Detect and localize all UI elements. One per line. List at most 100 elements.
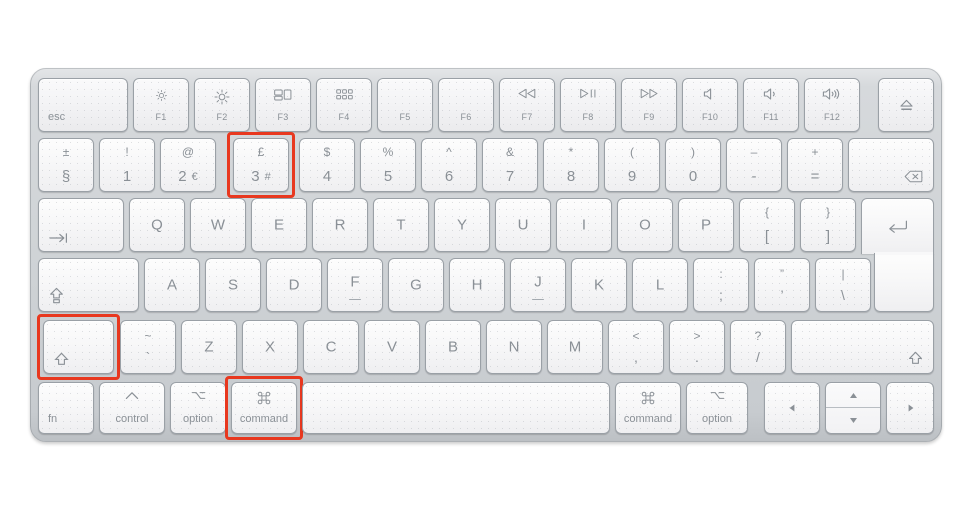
key-equal[interactable]: + =: [787, 138, 843, 192]
key-d[interactable]: D: [266, 258, 322, 312]
key-3[interactable]: £ 3 #: [233, 138, 289, 192]
key-l[interactable]: L: [632, 258, 688, 312]
key-backslash[interactable]: | \: [815, 258, 871, 312]
key-bracket-right[interactable]: } ]: [800, 198, 856, 252]
key-q[interactable]: Q: [129, 198, 185, 252]
shift-icon: [54, 352, 69, 366]
key-arrow-down[interactable]: [826, 407, 880, 433]
key-t-label: T: [396, 216, 406, 234]
key-f10[interactable]: F10: [682, 78, 738, 132]
key-v[interactable]: V: [364, 320, 420, 374]
key-j[interactable]: J: [510, 258, 566, 312]
key-1[interactable]: ! 1: [99, 138, 155, 192]
key-bracket-left[interactable]: { [: [739, 198, 795, 252]
key-semicolon[interactable]: : ;: [693, 258, 749, 312]
key-eject[interactable]: [878, 78, 934, 132]
key-f4-label: F4: [338, 112, 350, 122]
key-t[interactable]: T: [373, 198, 429, 252]
key-9[interactable]: ( 9: [604, 138, 660, 192]
key-f8[interactable]: F8: [560, 78, 616, 132]
key-u-label: U: [517, 216, 529, 234]
key-option-right[interactable]: option: [686, 382, 748, 434]
key-control-label: control: [115, 413, 149, 425]
key-a[interactable]: A: [144, 258, 200, 312]
key-arrow-right[interactable]: [886, 382, 934, 434]
key-fn[interactable]: fn: [38, 382, 94, 434]
key-shift-right[interactable]: [791, 320, 934, 374]
key-6[interactable]: ^ 6: [421, 138, 477, 192]
key-option-left[interactable]: option: [170, 382, 226, 434]
key-0[interactable]: ) 0: [665, 138, 721, 192]
key-5[interactable]: % 5: [360, 138, 416, 192]
key-control[interactable]: control: [99, 382, 165, 434]
key-f[interactable]: F: [327, 258, 383, 312]
key-arrow-left[interactable]: [764, 382, 820, 434]
key-i[interactable]: I: [556, 198, 612, 252]
key-n[interactable]: N: [486, 320, 542, 374]
key-f2[interactable]: F2: [194, 78, 250, 132]
key-r[interactable]: R: [312, 198, 368, 252]
key-b[interactable]: B: [425, 320, 481, 374]
key-capslock[interactable]: [38, 258, 139, 312]
rewind-icon: [500, 88, 554, 99]
key-return[interactable]: [861, 198, 934, 312]
key-slash-lower: /: [756, 349, 760, 365]
key-7[interactable]: & 7: [482, 138, 538, 192]
key-8[interactable]: * 8: [543, 138, 599, 192]
key-slash[interactable]: ? /: [730, 320, 786, 374]
arrow-up-icon: [849, 392, 858, 399]
key-arrow-up[interactable]: [826, 383, 880, 408]
key-shift-left[interactable]: [43, 320, 114, 374]
key-f11[interactable]: F11: [743, 78, 799, 132]
key-m[interactable]: M: [547, 320, 603, 374]
key-space[interactable]: [302, 382, 610, 434]
key-g[interactable]: G: [388, 258, 444, 312]
key-comma[interactable]: < ,: [608, 320, 664, 374]
key-comma-lower: ,: [634, 349, 638, 365]
key-y[interactable]: Y: [434, 198, 490, 252]
key-f4[interactable]: F4: [316, 78, 372, 132]
key-minus[interactable]: – -: [726, 138, 782, 192]
key-backtick[interactable]: ~ `: [120, 320, 176, 374]
key-k[interactable]: K: [571, 258, 627, 312]
key-x[interactable]: X: [242, 320, 298, 374]
key-s[interactable]: S: [205, 258, 261, 312]
key-bracket-left-lower: [: [764, 228, 770, 245]
key-u[interactable]: U: [495, 198, 551, 252]
key-z-label: Z: [204, 338, 214, 356]
key-f-homing-bar: [349, 298, 361, 300]
key-e[interactable]: E: [251, 198, 307, 252]
key-8-upper: *: [568, 145, 574, 159]
key-f9[interactable]: F9: [621, 78, 677, 132]
key-section[interactable]: ± §: [38, 138, 94, 192]
key-f6[interactable]: F6: [438, 78, 494, 132]
key-comma-upper: <: [632, 329, 640, 343]
key-4[interactable]: $ 4: [299, 138, 355, 192]
option-icon: [171, 391, 225, 400]
volume-down-icon: [744, 88, 798, 100]
key-o[interactable]: O: [617, 198, 673, 252]
key-5-lower: 5: [383, 168, 393, 185]
key-p[interactable]: P: [678, 198, 734, 252]
key-c[interactable]: C: [303, 320, 359, 374]
key-quote[interactable]: ” ’: [754, 258, 810, 312]
key-command-left[interactable]: command: [231, 382, 297, 434]
key-h[interactable]: H: [449, 258, 505, 312]
key-f3[interactable]: F3: [255, 78, 311, 132]
key-w[interactable]: W: [190, 198, 246, 252]
key-f6-label: F6: [460, 112, 472, 122]
key-f7[interactable]: F7: [499, 78, 555, 132]
key-arrow-up-down-pair[interactable]: [825, 382, 881, 434]
key-2[interactable]: @ 2 €: [160, 138, 216, 192]
key-f12[interactable]: F12: [804, 78, 860, 132]
arrow-right-icon: [887, 404, 933, 413]
key-z[interactable]: Z: [181, 320, 237, 374]
key-3-upper: £: [257, 145, 265, 159]
key-f1[interactable]: F1: [133, 78, 189, 132]
key-f5[interactable]: F5: [377, 78, 433, 132]
key-command-right[interactable]: command: [615, 382, 681, 434]
key-period[interactable]: > .: [669, 320, 725, 374]
key-esc[interactable]: esc: [38, 78, 128, 132]
key-delete[interactable]: [848, 138, 934, 192]
key-tab[interactable]: [38, 198, 124, 252]
